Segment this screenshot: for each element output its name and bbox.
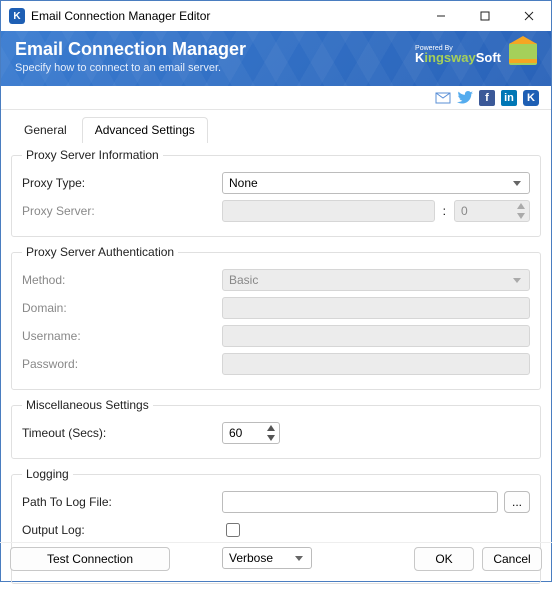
window-title: Email Connection Manager Editor (31, 9, 419, 23)
minimize-button[interactable] (419, 1, 463, 31)
close-button[interactable] (507, 1, 551, 31)
proxy-port-separator: : (441, 204, 448, 218)
label-domain: Domain: (22, 301, 222, 315)
label-password: Password: (22, 357, 222, 371)
window-controls (419, 1, 551, 31)
tabs: General Advanced Settings (1, 110, 551, 142)
label-proxy-server: Proxy Server: (22, 204, 222, 218)
log-path-input[interactable] (222, 491, 498, 513)
label-proxy-type: Proxy Type: (22, 176, 222, 190)
password-input (222, 353, 530, 375)
label-path-to-log-file: Path To Log File: (22, 495, 222, 509)
email-link-icon[interactable] (435, 90, 451, 106)
legend-misc: Miscellaneous Settings (22, 398, 153, 412)
proxy-port-spinner (513, 201, 529, 221)
linkedin-icon[interactable]: in (501, 90, 517, 106)
group-proxy-server-authentication: Proxy Server Authentication Method: Basi… (11, 245, 541, 390)
cancel-button[interactable]: Cancel (482, 547, 542, 571)
group-miscellaneous-settings: Miscellaneous Settings Timeout (Secs): (11, 398, 541, 459)
legend-proxy-info: Proxy Server Information (22, 148, 163, 162)
proxy-server-input (222, 200, 435, 222)
powered-by-logo: Powered By KingswaySoft (415, 45, 501, 64)
legend-logging: Logging (22, 467, 73, 481)
test-connection-button[interactable]: Test Connection (10, 547, 170, 571)
timeout-up-button[interactable] (263, 423, 279, 433)
ok-button[interactable]: OK (414, 547, 474, 571)
domain-input (222, 297, 530, 319)
twitter-icon[interactable] (457, 90, 473, 106)
label-timeout: Timeout (Secs): (22, 426, 222, 440)
content-panel: Proxy Server Information Proxy Type: Non… (1, 148, 551, 598)
method-select: Basic (222, 269, 530, 291)
banner-title: Email Connection Manager (15, 39, 246, 60)
username-input (222, 325, 530, 347)
bottom-bar: Test Connection OK Cancel (0, 542, 552, 582)
header-banner: Email Connection Manager Specify how to … (1, 31, 551, 86)
tab-general[interactable]: General (11, 117, 80, 143)
proxy-type-select[interactable]: None (222, 172, 530, 194)
label-output-log: Output Log: (22, 523, 222, 537)
tab-advanced-settings[interactable]: Advanced Settings (82, 117, 208, 143)
social-row: f in K (1, 86, 551, 110)
label-username: Username: (22, 329, 222, 343)
output-log-checkbox[interactable] (226, 523, 240, 537)
kingswaysoft-icon[interactable]: K (523, 90, 539, 106)
maximize-button[interactable] (463, 1, 507, 31)
app-icon: K (9, 8, 25, 24)
browse-button[interactable]: ... (504, 491, 530, 513)
titlebar: K Email Connection Manager Editor (1, 1, 551, 31)
legend-proxy-auth: Proxy Server Authentication (22, 245, 178, 259)
label-method: Method: (22, 273, 222, 287)
group-proxy-server-information: Proxy Server Information Proxy Type: Non… (11, 148, 541, 237)
timeout-down-button[interactable] (263, 433, 279, 443)
facebook-icon[interactable]: f (479, 90, 495, 106)
email-icon (509, 43, 537, 65)
banner-subtitle: Specify how to connect to an email serve… (15, 62, 246, 74)
timeout-spinner[interactable] (263, 423, 279, 443)
